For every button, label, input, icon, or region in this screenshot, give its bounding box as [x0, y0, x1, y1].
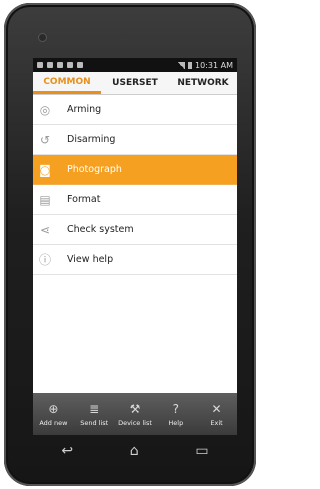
send-list-button[interactable]: ≣ Send list	[74, 393, 115, 435]
exit-button[interactable]: ✕ Exit	[196, 393, 237, 435]
plus-circle-icon: ⊕	[48, 402, 59, 416]
eye-icon: ◎	[39, 102, 51, 117]
wrench-icon: ⚒	[129, 402, 141, 416]
action-label: Help	[168, 419, 184, 427]
notification-icon	[67, 62, 73, 68]
tab-common[interactable]: COMMON	[33, 72, 101, 94]
action-label: Exit	[210, 419, 223, 427]
menu-item-disarming[interactable]: ↺ Disarming	[33, 125, 237, 155]
menu-item-format[interactable]: ▤ Format	[33, 185, 237, 215]
menu-item-label: Photograph	[67, 164, 122, 175]
help-bubble-icon: ⓘ	[38, 253, 51, 267]
menu-item-label: Format	[67, 194, 101, 205]
share-icon: ⋖	[39, 222, 51, 237]
menu-item-label: Arming	[67, 104, 102, 115]
camera-icon: ◙	[39, 162, 51, 177]
notification-icon	[37, 62, 43, 68]
menu-item-check-system[interactable]: ⋖ Check system	[33, 215, 237, 245]
status-bar: 10:31 AM	[33, 58, 237, 72]
home-key-icon[interactable]: ⌂	[130, 443, 139, 459]
tab-userset[interactable]: USERSET	[101, 72, 169, 94]
status-right: 10:31 AM	[177, 61, 233, 70]
action-label: Device list	[118, 419, 152, 427]
question-icon: ?	[172, 402, 179, 416]
menu-item-label: Disarming	[67, 134, 116, 145]
action-label: Add new	[39, 419, 68, 427]
notification-icon	[47, 62, 53, 68]
action-label: Send list	[80, 419, 109, 427]
status-time: 10:31 AM	[195, 60, 233, 70]
front-camera	[38, 33, 47, 42]
tab-bar: COMMON USERSET NETWORK	[33, 72, 237, 95]
battery-icon	[188, 61, 193, 69]
add-new-button[interactable]: ⊕ Add new	[33, 393, 74, 435]
hardware-nav-keys: ↩ ⌂ ▭	[33, 440, 237, 462]
menu-item-view-help[interactable]: ⓘ View help	[33, 245, 237, 275]
close-icon: ✕	[211, 402, 222, 416]
app-screen: 10:31 AM COMMON USERSET NETWORK ◎ Arming…	[33, 58, 237, 435]
notification-icons	[37, 62, 83, 68]
help-button[interactable]: ? Help	[155, 393, 196, 435]
back-key-icon[interactable]: ↩	[61, 443, 73, 459]
signal-icon	[177, 61, 186, 69]
notification-icon	[57, 62, 63, 68]
menu-item-arming[interactable]: ◎ Arming	[33, 95, 237, 125]
list-icon: ≣	[89, 402, 100, 416]
undo-icon: ↺	[39, 132, 51, 147]
menu-list: ◎ Arming ↺ Disarming ◙ Photograph ▤ Form…	[33, 95, 237, 275]
device-list-button[interactable]: ⚒ Device list	[115, 393, 156, 435]
menu-item-label: Check system	[67, 224, 134, 235]
notification-icon	[77, 62, 83, 68]
bottom-action-bar: ⊕ Add new ≣ Send list ⚒ Device list ? He…	[33, 393, 237, 435]
menu-item-photograph[interactable]: ◙ Photograph	[33, 155, 237, 185]
recent-apps-key-icon[interactable]: ▭	[195, 443, 208, 459]
menu-item-label: View help	[67, 254, 114, 265]
tab-network[interactable]: NETWORK	[169, 72, 237, 94]
save-icon: ▤	[39, 192, 51, 207]
